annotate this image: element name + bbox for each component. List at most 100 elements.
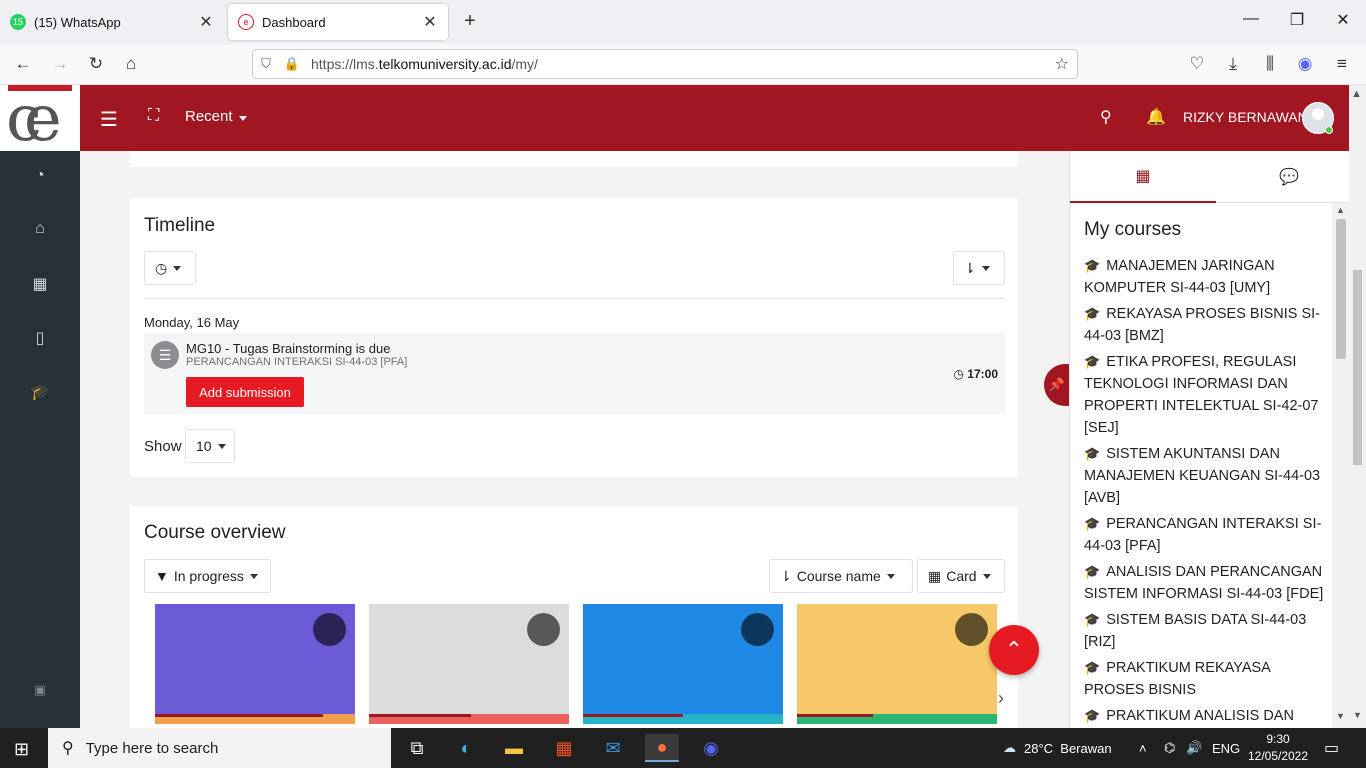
hamburger-icon[interactable]: ☰ — [100, 107, 118, 132]
course-name: SISTEM AKUNTANSI DAN MANAJEMEN KEUANGAN … — [1084, 446, 1321, 506]
menu-icon[interactable]: ≡ — [1332, 54, 1352, 74]
scroll-up-icon[interactable]: ▲ — [1336, 205, 1345, 215]
whatsapp-icon: 15 — [10, 14, 26, 30]
recent-menu[interactable]: Recent — [185, 108, 247, 125]
course-card[interactable] — [369, 604, 569, 724]
volume-icon[interactable]: 🔊 — [1186, 728, 1202, 768]
taskbar-clock[interactable]: 9:30 12/05/2022 — [1246, 731, 1310, 765]
my-course-item[interactable]: 🎓 SISTEM BASIS DATA SI-44-03 [RIZ] — [1084, 609, 1326, 653]
taskbar-search[interactable]: ⚲ Type here to search — [48, 728, 391, 768]
forward-icon[interactable]: → — [50, 54, 70, 74]
event-name[interactable]: MG10 - Tugas Brainstorming is due — [186, 341, 390, 356]
course-card[interactable] — [155, 604, 355, 724]
clock-time: 9:30 — [1266, 732, 1290, 746]
my-course-item[interactable]: 🎓 MANAJEMEN JARINGAN KOMPUTER SI-44-03 [U… — [1084, 255, 1326, 299]
firefox-icon[interactable]: ● — [645, 734, 679, 762]
caret-down-icon — [981, 265, 990, 271]
shield-icon[interactable]: ⛉ — [253, 56, 279, 72]
graduation-cap-icon: 🎓 — [1084, 306, 1101, 321]
archive-icon[interactable]: ▣ — [30, 682, 50, 702]
home-icon[interactable]: ⌂ — [121, 54, 141, 74]
tab-whatsapp[interactable]: 15 (15) WhatsApp ✕ — [0, 4, 224, 40]
language-indicator[interactable]: ENG — [1212, 728, 1240, 768]
my-course-item[interactable]: 🎓 ANALISIS DAN PERANCANGAN SISTEM INFORMA… — [1084, 561, 1326, 605]
tab-dashboard[interactable]: e Dashboard ✕ — [228, 4, 448, 40]
weather-text: 28°C Berawan — [1024, 740, 1112, 756]
network-icon[interactable]: ⌬ — [1164, 728, 1175, 768]
my-course-item[interactable]: 🎓 REKAYASA PROSES BISNIS SI-44-03 [BMZ] — [1084, 303, 1326, 347]
course-menu-button[interactable] — [741, 613, 774, 646]
library-icon[interactable]: ⫼ — [1260, 54, 1280, 74]
site-logo[interactable]: ce — [0, 85, 80, 151]
my-course-item[interactable]: 🎓 PERANCANGAN INTERAKSI SI-44-03 [PFA] — [1084, 513, 1326, 557]
scroll-down-icon[interactable]: ▼ — [1336, 711, 1345, 721]
show-count-dropdown[interactable]: 10 — [185, 429, 235, 463]
weather-widget[interactable]: ☁ 28°C Berawan — [1003, 728, 1112, 768]
taskbar-search-placeholder: Type here to search — [85, 739, 219, 757]
scroll-to-top-button[interactable]: ⌃ — [989, 625, 1039, 675]
back-icon[interactable]: ← — [13, 54, 33, 74]
course-menu-button[interactable] — [527, 613, 560, 646]
file-explorer-icon[interactable]: ▬ — [497, 734, 531, 762]
tab-title: Dashboard — [262, 14, 326, 30]
extension-icon[interactable]: ◉ — [1295, 54, 1315, 74]
bell-icon[interactable]: 🔔 — [1146, 107, 1166, 127]
minimize-icon[interactable]: — — [1241, 10, 1261, 28]
timeline-filter-dropdown[interactable]: ◷ — [144, 251, 196, 285]
home-nav-icon[interactable]: ⌂ — [30, 220, 50, 240]
edge-icon[interactable]: ◐ — [449, 734, 483, 762]
my-course-item[interactable]: 🎓 PRAKTIKUM REKAYASA PROSES BISNIS — [1084, 657, 1326, 701]
scroll-down-icon[interactable]: ▼ — [1353, 710, 1362, 720]
sort-label: Course name — [796, 568, 881, 584]
add-submission-button[interactable]: Add submission — [186, 377, 304, 407]
fullscreen-icon[interactable]: ⛶ — [148, 107, 159, 125]
notification-icon[interactable]: ▭ — [1324, 728, 1339, 768]
course-menu-button[interactable] — [955, 613, 988, 646]
close-icon[interactable]: ✕ — [198, 12, 214, 32]
my-course-item[interactable]: 🎓 ETIKA PROFESI, REGULASI TEKNOLOGI INFOR… — [1084, 351, 1326, 439]
user-name[interactable]: RIZKY BERNAWAN — [1183, 109, 1308, 125]
course-sort-dropdown[interactable]: ⇂ Course name — [769, 559, 913, 593]
scrollbar-thumb[interactable] — [1336, 219, 1346, 359]
course-menu-button[interactable] — [313, 613, 346, 646]
recent-label: Recent — [185, 108, 233, 125]
reload-icon[interactable]: ↻ — [86, 54, 106, 74]
window-close-icon[interactable]: ✕ — [1333, 10, 1353, 30]
course-card[interactable] — [797, 604, 997, 724]
drawer-scrollbar[interactable]: ▲ ▼ — [1332, 203, 1350, 728]
close-icon[interactable]: ✕ — [422, 12, 438, 32]
windows-start-icon[interactable]: ⊞ — [14, 739, 29, 760]
scrollbar-thumb[interactable] — [1353, 270, 1362, 465]
task-view-icon[interactable]: ⧉ — [400, 734, 434, 762]
windows-taskbar: ⊞ ⚲ Type here to search ⧉ ◐ ▬ ▦ ✉ ● ◉ ☁ … — [0, 728, 1366, 768]
mail-icon[interactable]: ✉ — [596, 734, 630, 762]
timeline-event: ☰ MG10 - Tugas Brainstorming is due PERA… — [144, 333, 1005, 414]
graduation-cap-icon: 🎓 — [1084, 708, 1101, 723]
file-icon[interactable]: ▯ — [30, 328, 50, 348]
graduation-cap-icon: 🎓 — [1084, 446, 1101, 461]
graduation-cap-icon[interactable]: 🎓 — [30, 382, 50, 402]
bookmark-star-icon[interactable]: ☆ — [1055, 54, 1069, 74]
tray-chevron-up-icon[interactable]: ˄ — [1139, 728, 1147, 768]
page-scrollbar[interactable]: ▼ — [1349, 98, 1366, 728]
restore-icon[interactable]: ❐ — [1287, 10, 1307, 30]
course-card[interactable] — [583, 604, 783, 724]
my-course-item[interactable]: 🎓 PRAKTIKUM ANALISIS DAN — [1084, 705, 1326, 727]
download-icon[interactable]: ⤓ — [1223, 54, 1243, 74]
new-tab-icon[interactable]: + — [460, 10, 480, 33]
tab-messages[interactable]: 💬 — [1216, 151, 1362, 203]
tab-blocks[interactable]: ▦ — [1070, 151, 1216, 203]
discord-icon[interactable]: ◉ — [694, 734, 728, 762]
search-icon[interactable]: ⚲ — [1100, 107, 1112, 127]
calendar-icon[interactable]: ▦ — [30, 274, 50, 294]
timeline-sort-dropdown[interactable]: ⇂ — [953, 251, 1005, 285]
store-icon[interactable]: ▦ — [547, 734, 581, 762]
lock-icon[interactable]: 🔒 — [279, 56, 305, 72]
view-mode-dropdown[interactable]: ▦ Card — [917, 559, 1005, 593]
chevron-right-icon[interactable]: › — [998, 688, 1004, 709]
address-bar[interactable]: ⛉ 🔒 https://lms.telkomuniversity.ac.id/m… — [252, 49, 1078, 79]
pocket-icon[interactable]: ♡ — [1187, 54, 1207, 74]
dashboard-icon[interactable]: ◔ — [30, 167, 50, 187]
my-course-item[interactable]: 🎓 SISTEM AKUNTANSI DAN MANAJEMEN KEUANGAN… — [1084, 443, 1326, 509]
progress-filter-dropdown[interactable]: ▼ In progress — [144, 559, 271, 593]
